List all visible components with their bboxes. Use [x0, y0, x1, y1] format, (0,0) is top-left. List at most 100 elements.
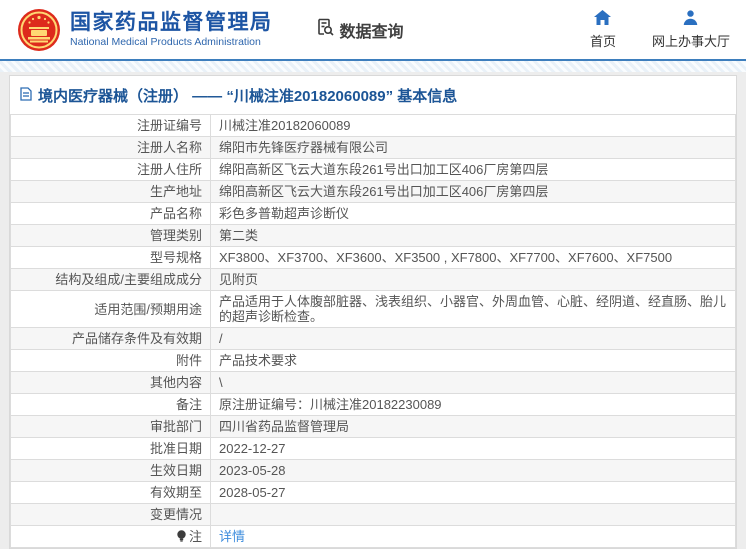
row-label: 注册证编号 [10, 114, 211, 137]
row-value-text: 产品技术要求 [219, 353, 298, 368]
decorative-hatch-band [0, 61, 746, 72]
row-value: 绵阳市先锋医疗器械有限公司 [210, 136, 736, 159]
row-value: 产品适用于人体腹部脏器、浅表组织、小器官、外周血管、心脏、经阴道、经直肠、胎儿的… [210, 290, 736, 328]
row-value: 详情 [210, 525, 736, 548]
details-link[interactable]: 详情 [219, 529, 245, 544]
table-row: 注册证编号 川械注准20182060089 [10, 114, 736, 137]
data-query-button[interactable]: 数据查询 [315, 17, 404, 42]
row-label-text: 注册人名称 [136, 140, 202, 155]
row-value-text: 见附页 [219, 272, 259, 287]
table-row: 附件 产品技术要求 [10, 349, 736, 372]
row-value: 第二类 [210, 224, 736, 247]
nav-online-hall-label: 网上办事大厅 [651, 33, 730, 49]
table-row: 变更情况 [10, 503, 736, 526]
document-search-icon [315, 17, 335, 42]
row-label-text: 产品名称 [149, 206, 202, 221]
nav-item-online-hall[interactable]: 网上办事大厅 [651, 9, 730, 50]
national-emblem-logo [17, 8, 61, 52]
table-row: 生产地址 绵阳高新区飞云大道东段261号出口加工区406厂房第四层 [10, 180, 736, 203]
row-label: 结构及组成/主要组成成分 [10, 268, 211, 291]
row-value-text: 第二类 [219, 228, 259, 243]
row-value-text: 原注册证编号：川械注准20182230089 [219, 397, 442, 412]
row-label-text: 附件 [175, 353, 202, 368]
table-row: 注册人名称 绵阳市先锋医疗器械有限公司 [10, 136, 736, 159]
table-row: 结构及组成/主要组成成分 见附页 [10, 268, 736, 291]
row-label: 生产地址 [10, 180, 211, 203]
row-label-text: 备注 [175, 397, 202, 412]
page-title: 境内医疗器械（注册） —— “川械注准20182060089” 基本信息 [38, 88, 458, 105]
row-label: 注册人住所 [10, 158, 211, 181]
detail-panel: 境内医疗器械（注册） —— “川械注准20182060089” 基本信息 注册证… [9, 75, 737, 549]
row-value-text: 绵阳市先锋医疗器械有限公司 [219, 140, 389, 155]
row-value: 2028-05-27 [210, 481, 736, 504]
table-row: 产品名称 彩色多普勒超声诊断仪 [10, 202, 736, 225]
row-label-text: 其他内容 [149, 375, 202, 390]
table-row: 其他内容 \ [10, 371, 736, 394]
row-label: 适用范围/预期用途 [10, 290, 211, 328]
row-value-text: 绵阳高新区飞云大道东段261号出口加工区406厂房第四层 [219, 184, 549, 199]
nav-item-home[interactable]: 首页 [590, 9, 616, 50]
row-value: 产品技术要求 [210, 349, 736, 372]
home-icon [594, 9, 612, 28]
row-value-text: 产品适用于人体腹部脏器、浅表组织、小器官、外周血管、心脏、经阴道、经直肠、胎儿的… [219, 294, 727, 324]
row-label-text: 注册证编号 [136, 118, 202, 133]
top-header: 国家药品监督管理局 National Medical Products Admi… [0, 0, 746, 59]
row-value-text: 彩色多普勒超声诊断仪 [219, 206, 350, 221]
row-value: 川械注准20182060089 [210, 114, 736, 137]
row-label-text: 结构及组成/主要组成成分 [55, 272, 202, 287]
row-value: XF3800、XF3700、XF3600、XF3500 , XF7800、XF7… [210, 246, 736, 269]
row-value: 彩色多普勒超声诊断仪 [210, 202, 736, 225]
row-value-text: 绵阳高新区飞云大道东段261号出口加工区406厂房第四层 [219, 162, 549, 177]
row-value: 原注册证编号：川械注准20182230089 [210, 393, 736, 416]
row-label: 产品储存条件及有效期 [10, 327, 211, 350]
top-navigation: 首页 网上办事大厅 [590, 9, 730, 50]
row-value: \ [210, 371, 736, 394]
row-value-text: 2022-12-27 [219, 441, 286, 456]
row-label-text: 适用范围/预期用途 [94, 301, 202, 317]
table-row: 有效期至 2028-05-27 [10, 481, 736, 504]
row-label-text: 批准日期 [149, 441, 202, 456]
row-label: 生效日期 [10, 459, 211, 482]
table-row: 备注 原注册证编号：川械注准20182230089 [10, 393, 736, 416]
table-row: 批准日期 2022-12-27 [10, 437, 736, 460]
table-row: 注册人住所 绵阳高新区飞云大道东段261号出口加工区406厂房第四层 [10, 158, 736, 181]
row-value [210, 503, 736, 526]
table-row: 适用范围/预期用途 产品适用于人体腹部脏器、浅表组织、小器官、外周血管、心脏、经阴… [10, 290, 736, 328]
agency-name-cn: 国家药品监督管理局 [70, 10, 273, 34]
row-label: 其他内容 [10, 371, 211, 394]
table-row: 审批部门 四川省药品监督管理局 [10, 415, 736, 438]
detail-table-body: 注册证编号 川械注准20182060089 注册人名称 绵阳市先锋医疗器械有限公司 注册… [10, 114, 736, 548]
row-label: 有效期至 [10, 481, 211, 504]
row-value-text: XF3800、XF3700、XF3600、XF3500 , XF7800、XF7… [219, 250, 673, 265]
row-label-text: 变更情况 [149, 507, 202, 522]
row-value: / [210, 327, 736, 350]
row-label-text: 有效期至 [149, 485, 202, 500]
table-row: 管理类别 第二类 [10, 224, 736, 247]
row-label-text: 型号规格 [149, 250, 202, 265]
row-label-text: 生效日期 [149, 463, 202, 478]
row-value-text: 川械注准20182060089 [219, 118, 351, 133]
row-label-text: 注 [188, 529, 202, 544]
row-value: 绵阳高新区飞云大道东段261号出口加工区406厂房第四层 [210, 180, 736, 203]
row-value-text: / [219, 331, 223, 346]
table-row: 注 详情 [10, 525, 736, 548]
row-label: 附件 [10, 349, 211, 372]
row-label-text: 管理类别 [149, 228, 202, 243]
person-icon [683, 9, 698, 28]
row-label-text: 注册人住所 [136, 162, 202, 177]
row-label: 批准日期 [10, 437, 211, 460]
table-row: 生效日期 2023-05-28 [10, 459, 736, 482]
agency-title-block: 国家药品监督管理局 National Medical Products Admi… [70, 11, 273, 49]
row-label: 管理类别 [10, 224, 211, 247]
data-query-label: 数据查询 [339, 23, 404, 41]
row-value: 2022-12-27 [210, 437, 736, 460]
row-value: 四川省药品监督管理局 [210, 415, 736, 438]
row-value-text: 2028-05-27 [219, 485, 286, 500]
table-row: 产品储存条件及有效期 / [10, 327, 736, 350]
row-label: 注册人名称 [10, 136, 211, 159]
row-value: 2023-05-28 [210, 459, 736, 482]
row-label: 注 [10, 525, 211, 548]
row-value-text: 四川省药品监督管理局 [219, 419, 350, 434]
row-label-text: 产品储存条件及有效期 [71, 331, 202, 346]
row-label-text: 生产地址 [149, 184, 202, 199]
